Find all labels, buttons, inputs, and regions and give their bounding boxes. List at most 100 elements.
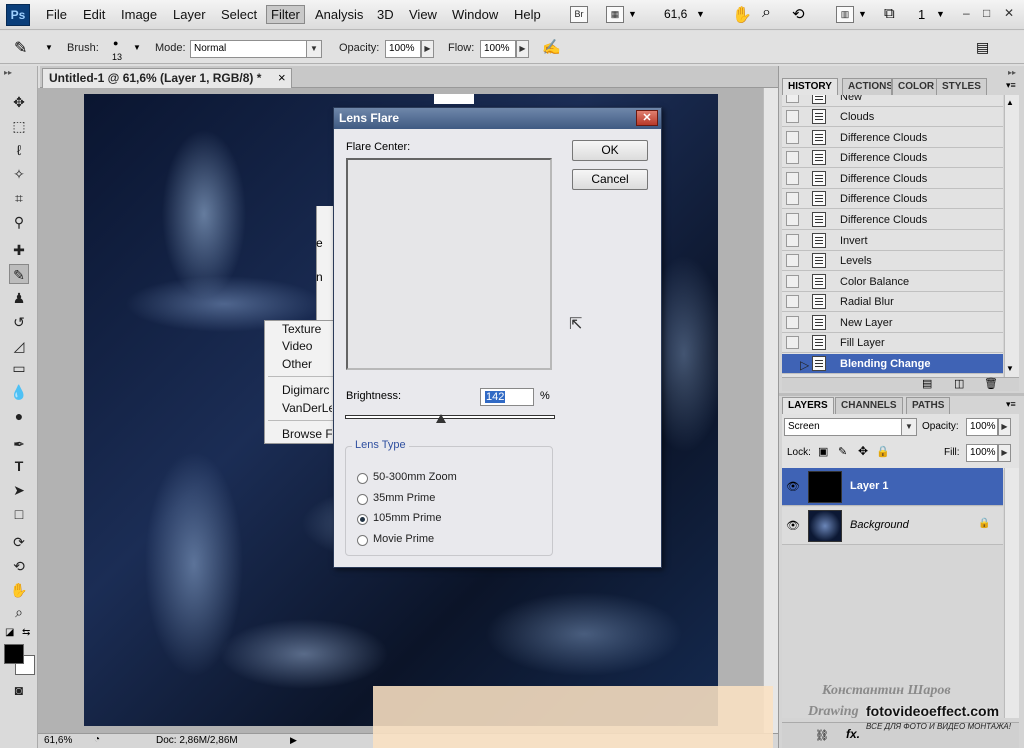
3d-orbit-icon[interactable]: ⟲ [9,556,29,576]
screen-mode-icon[interactable]: ⧉ [884,5,895,22]
arrange-documents-icon[interactable]: ▥ [836,6,854,23]
brush-tool-icon[interactable]: ✎ [9,264,29,284]
tab-color[interactable]: COLOR [892,78,941,95]
blur-tool-icon[interactable]: 💧 [9,382,29,402]
rotate-view-icon[interactable]: ⟲ [792,5,805,23]
chevron-down-icon[interactable]: ▼ [858,9,867,19]
menu-item-vanderlee[interactable]: VanDerLee [282,401,332,415]
radio-movie-prime[interactable] [357,535,368,546]
history-scrollbar[interactable] [1004,95,1019,377]
status-zoom[interactable]: 61,6% [44,735,72,746]
layer-opacity-input[interactable]: 100% [966,418,998,436]
chevron-down-icon[interactable]: ▼ [696,9,705,19]
radio-50-300mm-zoom[interactable] [357,473,368,484]
chevron-down-icon[interactable]: ▼ [133,43,141,52]
default-colors-icon[interactable]: ◪ [5,627,14,638]
history-item[interactable]: Fill Layer [782,333,1003,353]
type-tool-icon[interactable]: T [9,456,29,476]
history-item[interactable]: Difference Clouds [782,148,1003,168]
airbrush-icon[interactable]: ✍ [542,38,561,56]
chevron-right-icon[interactable]: ▶ [998,444,1011,462]
path-selection-icon[interactable]: ➤ [9,480,29,500]
dialog-close-button[interactable]: ✕ [636,110,658,126]
dialog-title[interactable]: Lens Flare [334,108,661,129]
menu-analysis[interactable]: Analysis [315,7,363,22]
close-tab-icon[interactable]: × [278,70,286,85]
view-extras-icon[interactable]: ▦ [606,6,624,23]
maximize-button[interactable]: □ [983,6,990,20]
brightness-slider[interactable] [345,415,555,419]
pen-tool-icon[interactable]: ✒ [9,434,29,454]
lens-option-label[interactable]: 105mm Prime [373,512,441,524]
history-item[interactable]: Levels [782,251,1003,271]
layers-scrollbar[interactable] [1004,468,1019,718]
panel-menu-icon[interactable]: ▤ [976,39,989,56]
blend-mode-select[interactable]: Screen [784,418,902,436]
chevron-right-icon[interactable]: ▶ [421,40,434,58]
link-layers-icon[interactable]: ⛓ [815,729,829,742]
history-item[interactable]: Invert [782,231,1003,251]
eyedropper-icon[interactable]: ⚲ [9,212,29,232]
radio-35mm-prime[interactable] [357,494,368,505]
tab-actions[interactable]: ACTIONS [842,78,892,95]
magic-wand-icon[interactable]: ✧ [9,164,29,184]
dodge-tool-icon[interactable]: ● [9,406,29,426]
layer-row-background[interactable]: 👁 Background 🔒 [782,507,1003,545]
menu-help[interactable]: Help [514,7,541,22]
menu-image[interactable]: Image [121,7,157,22]
vertical-scrollbar[interactable] [763,88,778,733]
lens-option-label[interactable]: 35mm Prime [373,492,435,504]
brightness-input[interactable]: 142 [480,388,534,406]
shape-tool-icon[interactable]: □ [9,504,29,524]
lens-option-label[interactable]: 50-300mm Zoom [373,471,457,483]
eye-icon[interactable]: 👁 [786,519,800,532]
lock-transparency-icon[interactable]: ▣ [818,445,828,458]
scroll-down-icon[interactable]: ▼ [1006,364,1014,373]
zoom-tool-icon[interactable]: ⌕ [762,4,771,22]
history-brush-icon[interactable]: ↺ [9,312,29,332]
workspace-selector[interactable]: 1 [918,7,925,22]
3d-rotate-icon[interactable]: ⟳ [9,532,29,552]
hand-tool-icon[interactable]: ✋ [9,580,29,600]
history-item[interactable]: Radial Blur [782,292,1003,312]
menu-filter[interactable]: Filter [266,5,305,24]
ok-button[interactable]: OK [572,140,648,161]
menu-item-fragment[interactable]: n [316,270,323,284]
menu-3d[interactable]: 3D [377,7,394,22]
lock-position-icon[interactable]: ✥ [858,444,868,458]
panel-menu-icon[interactable]: ▾≡ [1006,80,1016,91]
tab-layers[interactable]: LAYERS [782,397,834,414]
clone-stamp-icon[interactable]: ♟ [9,288,29,308]
menu-select[interactable]: Select [221,7,257,22]
flare-center-preview[interactable] [346,158,552,370]
history-item[interactable]: New Layer [782,313,1003,333]
scroll-up-icon[interactable]: ▲ [1006,98,1014,107]
menu-window[interactable]: Window [452,7,498,22]
crop-tool-icon[interactable]: ⌗ [9,188,29,208]
status-info-icon[interactable]: ◔ [94,734,100,745]
menu-item-fragment[interactable]: e [316,236,323,250]
healing-brush-icon[interactable]: ✚ [9,240,29,260]
brightness-slider-thumb[interactable] [436,414,446,423]
fill-input[interactable]: 100% [966,444,998,462]
gradient-tool-icon[interactable]: ▭ [9,358,29,378]
history-item[interactable]: Difference Clouds [782,169,1003,189]
menu-file[interactable]: File [46,7,67,22]
lock-image-icon[interactable]: ✎ [838,445,847,458]
bridge-icon[interactable]: Br [570,6,588,23]
photoshop-logo[interactable]: Ps [6,4,30,26]
menu-item-digimarc[interactable]: Digimarc [282,383,329,397]
tab-channels[interactable]: CHANNELS [835,397,903,414]
opacity-input[interactable]: 100% [385,40,421,58]
chevron-down-icon[interactable]: ▼ [628,9,637,19]
document-tab[interactable]: Untitled-1 @ 61,6% (Layer 1, RGB/8) * [42,68,292,88]
brush-tool-icon[interactable]: ✎ [14,38,27,58]
menu-item-other[interactable]: Other [282,357,312,371]
quick-mask-icon[interactable]: ◙ [9,680,29,700]
tab-paths[interactable]: PATHS [906,397,951,414]
menu-item-video[interactable]: Video [282,339,312,353]
eraser-icon[interactable]: ◿ [9,336,29,356]
trash-icon[interactable]: 🗑 [984,377,998,390]
foreground-color-swatch[interactable] [4,644,24,664]
lens-option-label[interactable]: Movie Prime [373,533,434,545]
